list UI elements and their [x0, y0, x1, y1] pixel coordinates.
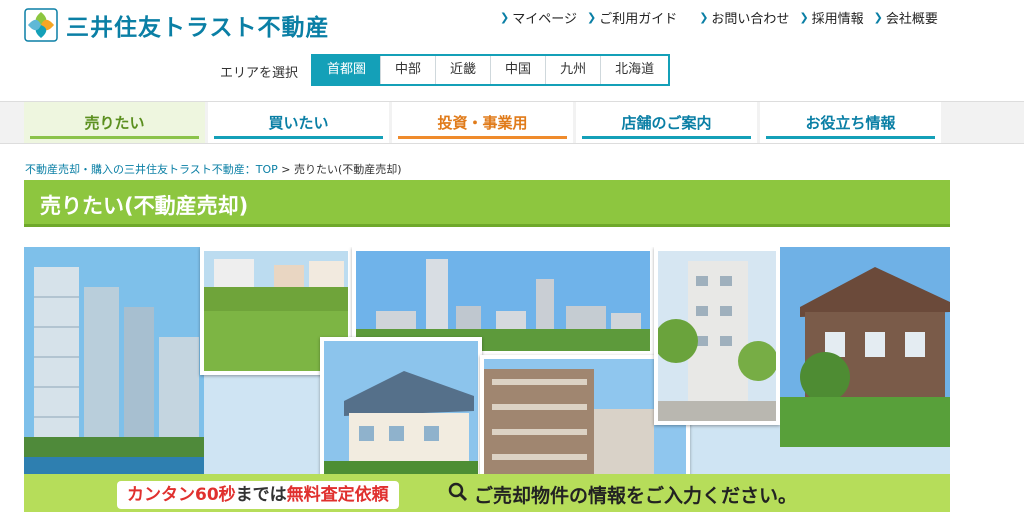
- area-select-label: エリアを選択: [220, 66, 299, 81]
- nav-tab-buy[interactable]: 買いたい: [208, 102, 389, 143]
- global-nav-bar: 売りたい 買いたい 投資・事業用 店舗のご案内 お役立ち情報: [0, 101, 1024, 144]
- photo-modern-house: [780, 247, 950, 447]
- cta-pill-quick: カンタン60秒: [127, 485, 236, 505]
- recruit-label: 採用情報: [811, 12, 864, 27]
- page-title: 売りたい(不動産売却): [40, 194, 249, 218]
- brand-name: 三井住友トラスト不動産: [66, 15, 330, 41]
- area-selector: 首都圏 中部 近畿 中国 九州 北海道: [311, 54, 671, 86]
- cta-pill-middle: までは: [235, 485, 287, 505]
- brand-logo[interactable]: 三井住友トラスト不動産: [24, 8, 330, 42]
- breadcrumb: 不動産売却・購入の三井住友トラスト不動産：TOP > 売りたい(不動産売却): [25, 161, 402, 177]
- chevron-right-icon: ❯: [586, 11, 597, 24]
- logo-mark-icon: [24, 8, 58, 42]
- cta-message-text: ご売却物件の情報をご入力ください。: [474, 485, 798, 507]
- chevron-right-icon: ❯: [699, 11, 709, 24]
- photo-midrise-building: [654, 247, 780, 425]
- area-option-kyushu[interactable]: 九州: [545, 56, 600, 84]
- utility-nav: ❯ マイページ ❯ ご利用ガイド ❯ お問い合わせ ❯ 採用情報 ❯ 会社概要: [500, 8, 948, 27]
- hero-photo-collage: [24, 247, 950, 512]
- area-option-kinki[interactable]: 近畿: [435, 56, 490, 84]
- area-option-hokkaido[interactable]: 北海道: [600, 56, 668, 84]
- company-label: 会社概要: [885, 12, 938, 27]
- area-option-chubu[interactable]: 中部: [380, 56, 435, 84]
- contact-label: お問い合わせ: [711, 12, 790, 27]
- nav-tab-stores[interactable]: 店舗のご案内: [576, 102, 757, 143]
- recruit-link[interactable]: ❯ 採用情報: [799, 8, 863, 27]
- company-link[interactable]: ❯ 会社概要: [874, 8, 938, 27]
- global-nav: 売りたい 買いたい 投資・事業用 店舗のご案内 お役立ち情報: [24, 102, 944, 143]
- breadcrumb-separator: >: [281, 163, 291, 176]
- guide-link[interactable]: ❯ ご利用ガイド: [587, 8, 677, 27]
- cta-pill[interactable]: カンタン60秒までは無料査定依頼: [117, 481, 399, 509]
- page-title-bar: 売りたい(不動産売却): [24, 180, 950, 227]
- nav-tab-sell[interactable]: 売りたい: [24, 102, 205, 143]
- chevron-right-icon: ❯: [799, 11, 809, 24]
- breadcrumb-current: 売りたい(不動産売却): [294, 163, 402, 176]
- assessment-cta-banner[interactable]: カンタン60秒までは無料査定依頼 ご売却物件の情報をご入力ください。: [24, 474, 950, 512]
- my-page-label: マイページ: [512, 12, 577, 27]
- nav-tab-investment[interactable]: 投資・事業用: [392, 102, 573, 143]
- search-icon: [448, 482, 468, 507]
- chevron-right-icon: ❯: [500, 11, 510, 24]
- breadcrumb-home-link[interactable]: 不動産売却・購入の三井住友トラスト不動産：TOP: [25, 163, 278, 176]
- contact-link[interactable]: ❯ お問い合わせ: [699, 8, 789, 27]
- cta-message: ご売却物件の情報をご入力ください。: [448, 481, 797, 508]
- area-option-shutoken[interactable]: 首都圏: [313, 56, 381, 84]
- nav-tab-useful-info[interactable]: お役立ち情報: [760, 102, 941, 143]
- cta-pill-free: 無料査定依頼: [286, 485, 389, 505]
- chevron-right-icon: ❯: [873, 11, 883, 24]
- photo-tower-condos: [24, 247, 204, 512]
- area-option-chugoku[interactable]: 中国: [490, 56, 545, 84]
- guide-label: ご利用ガイド: [599, 12, 678, 27]
- my-page-link[interactable]: ❯ マイページ: [500, 8, 577, 27]
